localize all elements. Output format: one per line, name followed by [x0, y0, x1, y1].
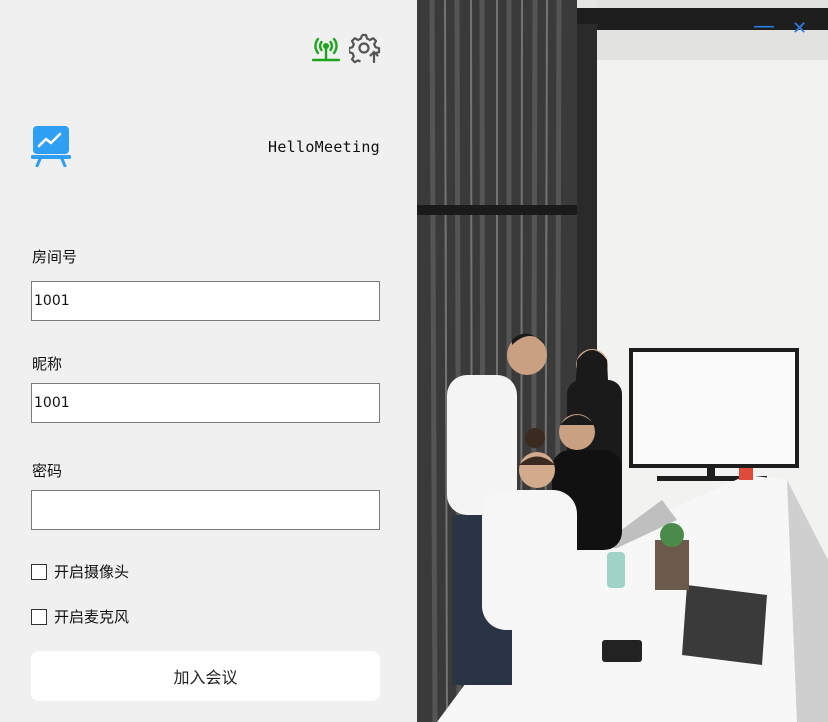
nickname-label: 昵称 [32, 355, 63, 373]
microphone-checkbox[interactable] [31, 608, 47, 625]
nickname-input[interactable] [32, 384, 379, 422]
meeting-photo [417, 0, 828, 722]
close-button[interactable]: ✕ [792, 18, 807, 40]
room-number-input[interactable] [32, 282, 379, 320]
settings-icon[interactable] [349, 32, 381, 64]
password-input[interactable] [32, 491, 379, 529]
camera-option[interactable]: 开启摄像头 [31, 561, 129, 582]
login-panel: HelloMeeting 房间号 昵称 密码 开启摄像头 开启麦克风 加入会议 [0, 0, 417, 722]
app-title: HelloMeeting [268, 138, 380, 156]
password-field-box [31, 490, 380, 530]
password-label: 密码 [32, 462, 63, 480]
microphone-option[interactable]: 开启麦克风 [31, 606, 129, 627]
room-number-field-box [31, 281, 380, 321]
presentation-chart-icon [31, 126, 71, 167]
nickname-field-box [31, 383, 380, 423]
network-status-icon[interactable] [311, 34, 341, 64]
camera-checkbox[interactable] [31, 563, 47, 580]
join-meeting-button[interactable]: 加入会议 [31, 651, 380, 701]
minimize-button[interactable]: — [753, 16, 775, 38]
meeting-photo-illustration [417, 0, 828, 722]
room-number-label: 房间号 [32, 248, 78, 266]
microphone-checkbox-label: 开启麦克风 [54, 608, 130, 626]
camera-checkbox-label: 开启摄像头 [54, 563, 130, 581]
